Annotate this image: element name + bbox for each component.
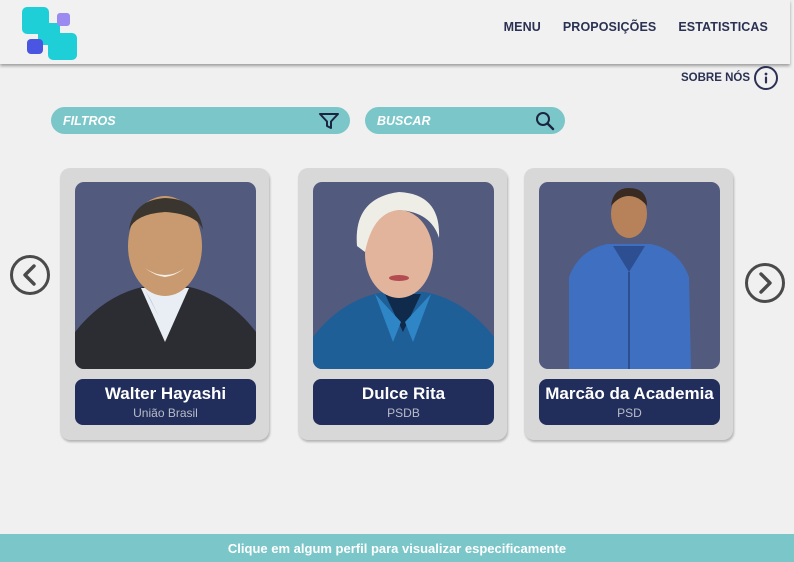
filters-label: FILTROS xyxy=(63,113,116,128)
nav-estatisticas[interactable]: ESTATISTICAS xyxy=(678,20,768,34)
about-label: SOBRE NÓS xyxy=(680,72,750,84)
top-header: MENU PROPOSIÇÕES ESTATISTICAS xyxy=(0,0,790,64)
carousel-prev-button[interactable] xyxy=(10,255,50,295)
footer-hint-bar: Clique em algum perfil para visualizar e… xyxy=(0,534,794,562)
app-logo[interactable] xyxy=(21,6,79,62)
profile-card[interactable]: Marcão da Academia PSD xyxy=(524,168,733,440)
profile-card[interactable]: Walter Hayashi União Brasil xyxy=(60,168,269,440)
search-bar[interactable]: BUSCAR xyxy=(365,107,565,134)
profile-party: União Brasil xyxy=(133,406,198,420)
profile-name: Walter Hayashi xyxy=(104,384,227,403)
profile-name: Marcão da Academia xyxy=(545,384,714,403)
nav-proposicoes[interactable]: PROPOSIÇÕES xyxy=(563,20,656,34)
profile-photo xyxy=(313,182,494,369)
profile-party: PSD xyxy=(617,406,642,420)
profile-name: Dulce Rita xyxy=(361,384,446,403)
profile-photo xyxy=(539,182,720,369)
search-label: BUSCAR xyxy=(377,113,431,128)
info-icon xyxy=(754,66,778,90)
nav-menu[interactable]: MENU xyxy=(504,20,541,34)
profile-party: PSDB xyxy=(387,406,420,420)
profile-nameplate: Walter Hayashi União Brasil xyxy=(75,379,256,425)
filter-icon[interactable] xyxy=(318,112,340,130)
footer-hint-text: Clique em algum perfil para visualizar e… xyxy=(227,540,567,556)
chevron-left-icon xyxy=(23,264,36,286)
profile-nameplate: Dulce Rita PSDB xyxy=(313,379,494,425)
chevron-right-icon xyxy=(759,272,772,294)
carousel-next-button[interactable] xyxy=(745,263,785,303)
search-icon[interactable] xyxy=(535,111,555,131)
profile-nameplate: Marcão da Academia PSD xyxy=(539,379,720,425)
filters-bar[interactable]: FILTROS xyxy=(51,107,350,134)
about-link[interactable]: SOBRE NÓS xyxy=(681,66,778,90)
profile-photo xyxy=(75,182,256,369)
main-nav: MENU PROPOSIÇÕES ESTATISTICAS xyxy=(504,20,768,34)
profile-card[interactable]: Dulce Rita PSDB xyxy=(298,168,507,440)
